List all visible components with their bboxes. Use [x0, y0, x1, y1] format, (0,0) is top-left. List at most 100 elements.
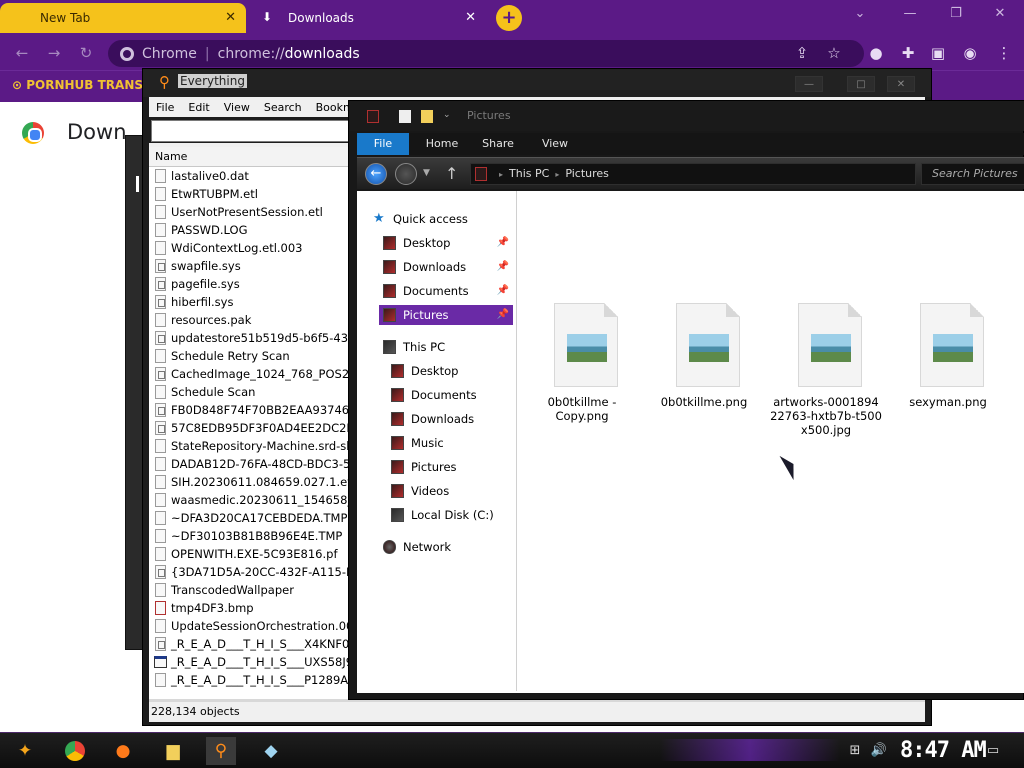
pin-icon[interactable]: 📌 — [497, 305, 509, 325]
firefox-taskbar-icon[interactable]: ● — [108, 737, 138, 765]
properties-icon[interactable] — [399, 110, 411, 123]
side-panel-icon[interactable]: ▣ — [928, 44, 948, 64]
back-icon[interactable]: ← — [12, 44, 32, 64]
menu-edit[interactable]: Edit — [181, 101, 216, 114]
url-scheme: chrome:// — [217, 45, 285, 62]
nav-pc-downloads[interactable]: Downloads — [391, 409, 513, 429]
file-explorer-taskbar-icon[interactable]: ▆ — [158, 737, 188, 765]
landscape-thumbnail — [567, 334, 607, 362]
file-name: tmp4DF3.bmp — [171, 601, 254, 615]
close-icon[interactable]: ✕ — [465, 10, 476, 26]
file-tile[interactable]: sexyman.png — [889, 303, 1007, 443]
file-tile[interactable]: artworks-0001894 22763-hxtb7b-t500 x500.jp… — [767, 303, 885, 443]
start-button[interactable]: ✦ — [10, 737, 40, 765]
nav-network[interactable]: Network — [383, 537, 513, 557]
back-button[interactable]: ← — [365, 163, 387, 185]
breadcrumb-pictures[interactable]: Pictures — [565, 167, 609, 180]
nav-pictures[interactable]: Pictures 📌 — [379, 305, 513, 325]
close-icon[interactable]: ✕ — [887, 76, 915, 92]
pin-icon[interactable]: 📌 — [497, 257, 509, 277]
nav-pc-videos[interactable]: Videos — [391, 481, 513, 501]
new-folder-icon[interactable] — [421, 110, 433, 123]
volume-icon[interactable]: 🔊 — [870, 742, 888, 760]
tab-file[interactable]: File — [357, 133, 409, 155]
nav-quick-access[interactable]: ★ Quick access — [373, 209, 513, 229]
music-icon — [391, 436, 404, 450]
chrome-taskbar-icon[interactable] — [60, 737, 90, 765]
file-name: UserNotPresentSession.etl — [171, 205, 323, 219]
profile-icon[interactable]: ◉ — [960, 44, 980, 64]
menu-icon[interactable]: ⋮ — [994, 44, 1014, 64]
file-tile[interactable]: 0b0tkillme.png — [645, 303, 763, 443]
taskbar: ✦ ● ▆ ⚲ ◆ ⊞ 🔊 8:47 AM ▭ — [0, 732, 1024, 768]
minimize-icon[interactable]: — — [795, 76, 823, 92]
tab-label: New Tab — [40, 11, 91, 25]
taskbar-clock[interactable]: 8:47 AM — [900, 738, 987, 763]
share-icon[interactable]: ⇪ — [792, 44, 812, 64]
image-file-icon — [676, 303, 740, 387]
new-tab-button[interactable]: + — [496, 5, 522, 31]
nav-pc-music[interactable]: Music — [391, 433, 513, 453]
nav-local-disk[interactable]: Local Disk (C:) — [391, 505, 513, 525]
nav-desktop[interactable]: Desktop 📌 — [383, 233, 513, 253]
file-name: lastalive0.dat — [171, 169, 249, 183]
star-icon[interactable]: ☆ — [824, 44, 844, 64]
extension-avatar-icon[interactable]: ● — [866, 44, 886, 64]
file-icon — [155, 205, 166, 219]
notifications-icon[interactable]: ▭ — [984, 742, 1002, 760]
pin-icon[interactable]: 📌 — [497, 281, 509, 301]
close-icon[interactable]: ✕ — [225, 10, 236, 26]
minimize-icon[interactable]: — — [896, 6, 924, 26]
tab-share[interactable]: Share — [473, 133, 523, 155]
tab-home[interactable]: Home — [417, 133, 467, 155]
menu-view[interactable]: View — [217, 101, 257, 114]
address-bar[interactable]: Chrome | chrome://downloads — [108, 40, 864, 67]
tab-new-tab[interactable]: New Tab ✕ — [0, 3, 246, 33]
file-name: OPENWITH.EXE-5C93E816.pf — [171, 547, 338, 561]
nav-this-pc[interactable]: This PC — [383, 337, 513, 357]
file-name: Schedule Scan — [171, 385, 256, 399]
search-input[interactable]: Search Pictures — [921, 163, 1024, 185]
bookmark-item[interactable]: ⊙ PORNHUB TRANS — [12, 78, 143, 92]
explorer-title-bar[interactable]: ⌄ Pictures — [349, 101, 1024, 131]
everything-taskbar-icon[interactable]: ⚲ — [206, 737, 236, 765]
everything-title-bar[interactable]: ⚲ Everything — □ ✕ — [143, 69, 931, 97]
pin-icon[interactable]: 📌 — [497, 233, 509, 253]
breadcrumb-this-pc[interactable]: This PC — [509, 167, 549, 180]
up-arrow-icon[interactable]: ↑ — [445, 164, 458, 183]
image-file-icon — [798, 303, 862, 387]
desktop-icon — [391, 364, 404, 378]
forward-icon[interactable]: → — [44, 44, 64, 64]
file-name: _R_E_A_D___T_H_I_S___UXS58J9D — [171, 655, 362, 669]
taskbar-decoration — [660, 739, 840, 761]
maximize-icon[interactable]: □ — [847, 76, 875, 92]
nav-pc-documents[interactable]: Documents — [391, 385, 513, 405]
close-window-icon[interactable]: ✕ — [986, 6, 1014, 26]
drive-icon — [391, 508, 404, 522]
nav-documents[interactable]: Documents 📌 — [383, 281, 513, 301]
nav-downloads[interactable]: Downloads 📌 — [383, 257, 513, 277]
notepad-taskbar-icon[interactable]: ◆ — [256, 737, 286, 765]
tab-view[interactable]: View — [533, 133, 577, 155]
nav-pc-desktop[interactable]: Desktop — [391, 361, 513, 381]
menu-file[interactable]: File — [149, 101, 181, 114]
reload-icon[interactable]: ↻ — [76, 44, 96, 64]
network-icon — [383, 540, 396, 554]
desktop-icon — [383, 236, 396, 250]
puzzle-icon[interactable]: ✚ — [898, 44, 918, 64]
chevron-down-icon[interactable]: ⌄ — [846, 6, 874, 26]
tab-downloads[interactable]: ⬇ Downloads ✕ — [248, 3, 486, 33]
restore-icon[interactable]: ❐ — [942, 6, 970, 26]
recent-locations-icon[interactable]: ▼ — [423, 168, 430, 178]
forward-button[interactable] — [395, 163, 417, 185]
file-icon — [155, 475, 166, 489]
address-bar[interactable]: ▸ This PC ▸ Pictures — [470, 163, 916, 185]
file-tile[interactable]: 0b0tkillme - Copy.png — [523, 303, 641, 443]
menu-search[interactable]: Search — [257, 101, 309, 114]
chevron-down-icon[interactable]: ⌄ — [443, 110, 455, 123]
file-name: CachedImage_1024_768_POS2.jpg — [171, 367, 371, 381]
nav-pc-pictures[interactable]: Pictures — [391, 457, 513, 477]
network-tray-icon[interactable]: ⊞ — [846, 742, 864, 760]
file-name: StateRepository-Machine.srd-shm — [171, 439, 365, 453]
file-icon — [155, 583, 166, 597]
